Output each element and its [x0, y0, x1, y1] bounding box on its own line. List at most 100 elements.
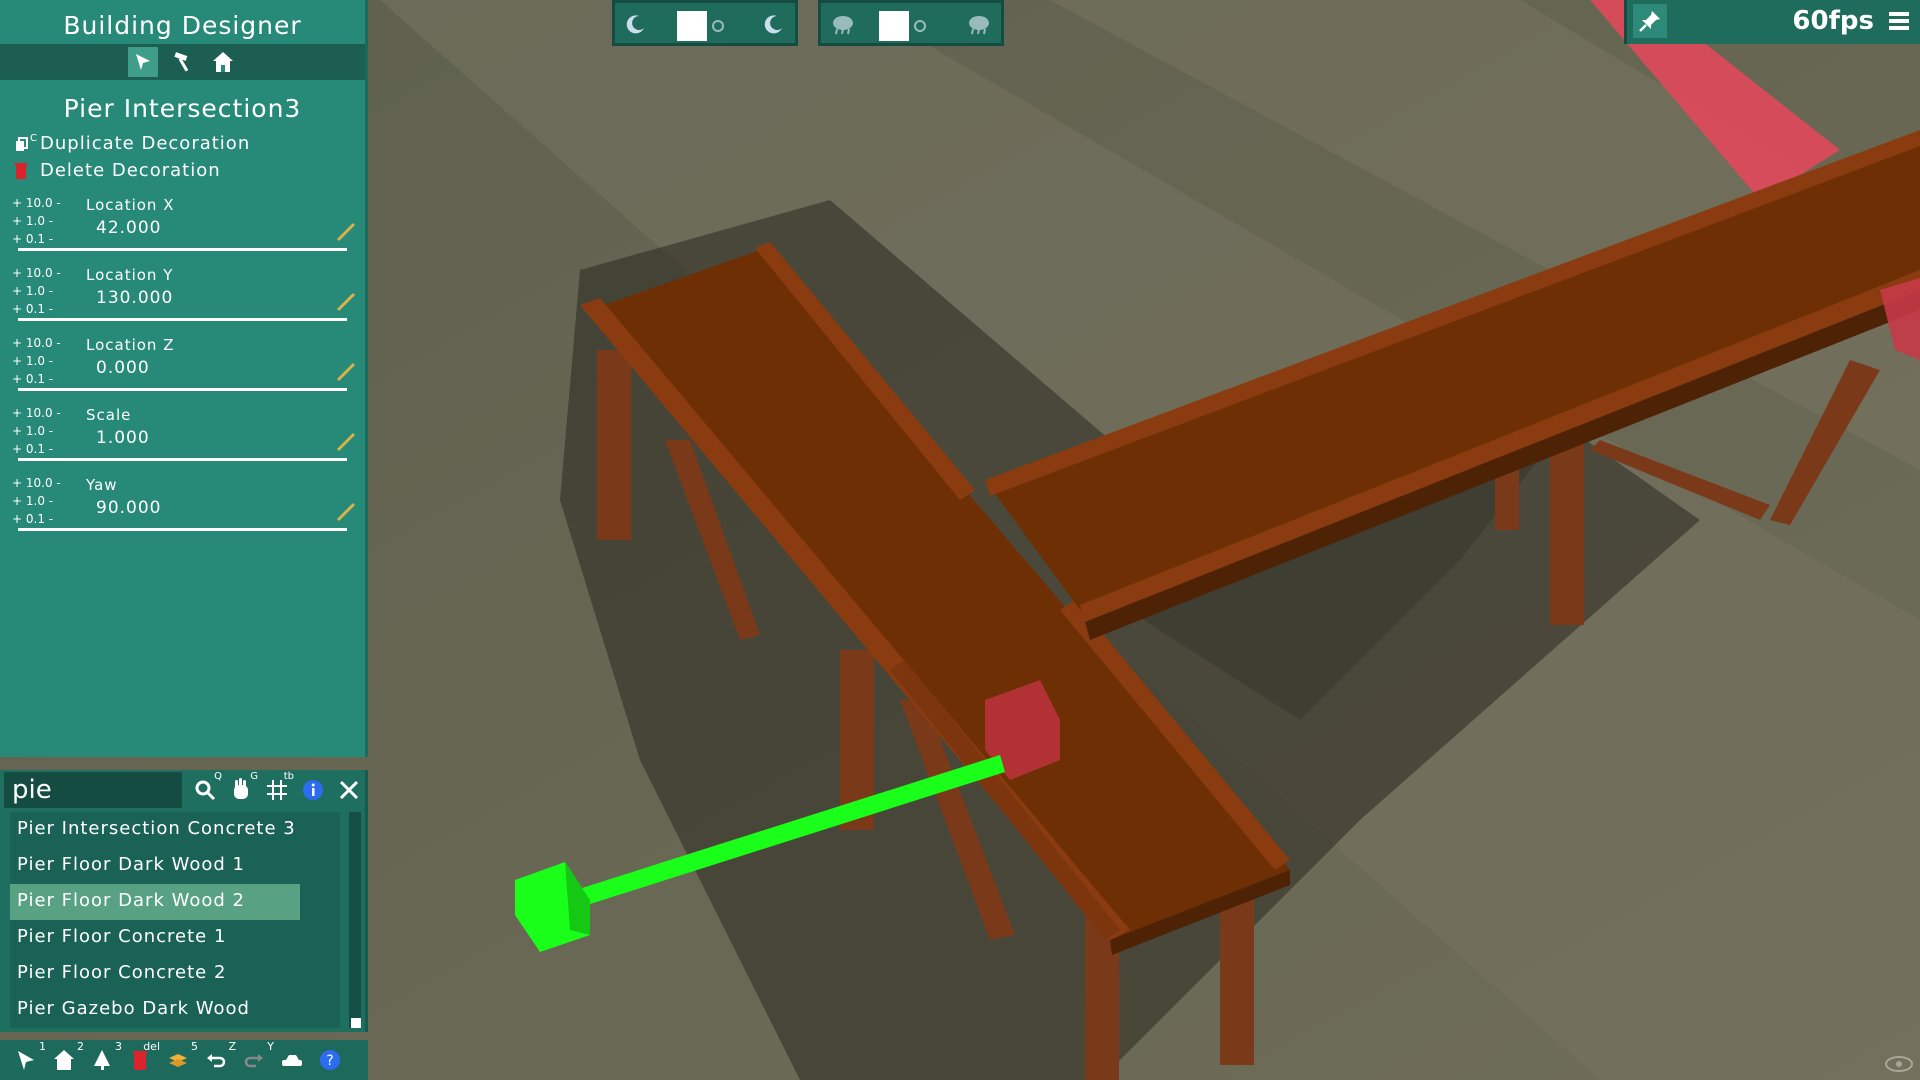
- pencil-icon[interactable]: [336, 292, 356, 312]
- help-icon: ?: [320, 1050, 340, 1070]
- moon-icon: [764, 15, 782, 34]
- search-input[interactable]: pie: [4, 772, 182, 808]
- property-row: + 10.0 - + 1.0 - + 0.1 - Location Z 0.000: [0, 334, 365, 404]
- close-icon: [339, 780, 359, 800]
- search-bar: pie Q G tb: [0, 770, 365, 810]
- step-control[interactable]: + 10.0 -: [12, 404, 72, 422]
- day-night-toggle[interactable]: [612, 0, 798, 46]
- tool-hotkey: 5: [191, 1040, 198, 1053]
- result-item[interactable]: Pier Gazebo Dark Wood: [10, 992, 300, 1028]
- result-item[interactable]: Pier Floor Concrete 2: [10, 956, 300, 992]
- pencil-icon[interactable]: [336, 362, 356, 382]
- toggle-knob[interactable]: [677, 11, 707, 41]
- step-control[interactable]: + 1.0 -: [12, 352, 72, 370]
- svg-text:?: ?: [326, 1053, 333, 1069]
- results-scrollbar[interactable]: [349, 812, 361, 1028]
- weather-toggle[interactable]: [818, 0, 1004, 46]
- cursor-tool-button[interactable]: 1: [10, 1040, 46, 1076]
- property-value[interactable]: 42.000: [96, 218, 161, 238]
- duplicate-icon: C: [14, 133, 40, 153]
- eye-icon[interactable]: [1884, 1054, 1914, 1074]
- undo-tool-button[interactable]: Z: [200, 1040, 236, 1076]
- property-slider[interactable]: [18, 388, 347, 391]
- property-label: Location Y: [86, 266, 174, 284]
- redo-tool-button[interactable]: Y: [238, 1040, 274, 1076]
- layers-icon: [169, 1054, 187, 1067]
- pin-button[interactable]: [1633, 4, 1667, 38]
- layers-tool-button[interactable]: 5: [162, 1040, 198, 1076]
- property-slider[interactable]: [18, 318, 347, 321]
- home-tool-button[interactable]: 2: [48, 1040, 84, 1076]
- mode-build-button[interactable]: [168, 47, 198, 77]
- property-value[interactable]: 130.000: [96, 288, 173, 308]
- step-control[interactable]: + 0.1 -: [12, 440, 72, 458]
- step-controls: + 10.0 - + 1.0 - + 0.1 -: [12, 474, 72, 528]
- tool-hotkey: Z: [228, 1040, 236, 1053]
- tool-hotkey: Q: [214, 771, 222, 782]
- hammer-icon: [173, 52, 188, 72]
- step-control[interactable]: + 1.0 -: [12, 422, 72, 440]
- trash-tool-button[interactable]: del: [124, 1040, 160, 1076]
- property-slider[interactable]: [18, 528, 347, 531]
- property-label: Yaw: [86, 476, 118, 494]
- property-value[interactable]: 0.000: [96, 358, 150, 378]
- delete-decoration-button[interactable]: Delete Decoration: [0, 157, 365, 184]
- pencil-icon[interactable]: [336, 502, 356, 522]
- property-row: + 10.0 - + 1.0 - + 0.1 - Location Y 130.00…: [0, 264, 365, 334]
- grid-tool-button[interactable]: tb: [262, 771, 294, 805]
- tool-hotkey: G: [250, 771, 258, 782]
- step-control[interactable]: + 0.1 -: [12, 510, 72, 528]
- search-results: Pier Intersection Concrete 3 Pier Floor D…: [10, 812, 340, 1028]
- result-item[interactable]: Pier Intersection Concrete 3: [10, 812, 300, 848]
- info-icon: [303, 780, 323, 800]
- help-tool-button[interactable]: ?: [314, 1044, 346, 1076]
- menu-icon[interactable]: [1888, 10, 1910, 32]
- property-row: + 10.0 - + 1.0 - + 0.1 - Location X 42.000: [0, 194, 365, 264]
- result-item[interactable]: Pier Floor Concrete 1: [10, 920, 300, 956]
- pencil-icon[interactable]: [336, 222, 356, 242]
- tree-tool-button[interactable]: 3: [86, 1040, 122, 1076]
- step-control[interactable]: + 10.0 -: [12, 194, 72, 212]
- redo-icon: [244, 1054, 263, 1068]
- step-control[interactable]: + 0.1 -: [12, 300, 72, 318]
- result-item[interactable]: Pier Floor Dark Wood 1: [10, 848, 300, 884]
- toggle-knob[interactable]: [879, 11, 909, 41]
- moon-icon: [626, 15, 644, 34]
- tool-hotkey: 2: [77, 1040, 84, 1053]
- pencil-icon[interactable]: [336, 432, 356, 452]
- step-control[interactable]: + 1.0 -: [12, 212, 72, 230]
- hand-tool-button[interactable]: G: [226, 771, 258, 805]
- tool-hotkey: Y: [267, 1040, 274, 1053]
- tool-hotkey: tb: [283, 771, 294, 782]
- step-control[interactable]: + 1.0 -: [12, 282, 72, 300]
- step-control[interactable]: + 10.0 -: [12, 334, 72, 352]
- property-slider[interactable]: [18, 248, 347, 251]
- mode-home-button[interactable]: [208, 47, 238, 77]
- duplicate-decoration-button[interactable]: C Duplicate Decoration: [0, 130, 365, 157]
- result-item[interactable]: Pier Floor Dark Wood 2: [10, 884, 300, 920]
- fps-counter: 60fps: [1792, 6, 1874, 36]
- property-value[interactable]: 1.000: [96, 428, 150, 448]
- cloud-icon: [833, 16, 853, 35]
- property-label: Scale: [86, 406, 132, 424]
- step-control[interactable]: + 1.0 -: [12, 492, 72, 510]
- step-controls: + 10.0 - + 1.0 - + 0.1 -: [12, 194, 72, 248]
- mode-select-button[interactable]: [127, 47, 158, 77]
- step-control[interactable]: + 0.1 -: [12, 370, 72, 388]
- search-tool-button[interactable]: Q: [190, 771, 222, 805]
- step-control[interactable]: + 10.0 -: [12, 474, 72, 492]
- tree-icon: [94, 1050, 110, 1070]
- cloud-icon: [969, 16, 989, 35]
- property-slider[interactable]: [18, 458, 347, 461]
- delete-label: Delete Decoration: [40, 160, 221, 181]
- property-row: + 10.0 - + 1.0 - + 0.1 - Scale 1.000: [0, 404, 365, 474]
- info-tool-button[interactable]: [298, 775, 328, 805]
- car-tool-button[interactable]: [276, 1044, 308, 1076]
- sun-icon: [914, 20, 926, 32]
- property-value[interactable]: 90.000: [96, 498, 161, 518]
- step-control[interactable]: + 10.0 -: [12, 264, 72, 282]
- top-right-bar: 60fps: [1624, 0, 1920, 44]
- scrollbar-thumb[interactable]: [351, 1018, 361, 1028]
- close-search-button[interactable]: [334, 775, 364, 805]
- step-control[interactable]: + 0.1 -: [12, 230, 72, 248]
